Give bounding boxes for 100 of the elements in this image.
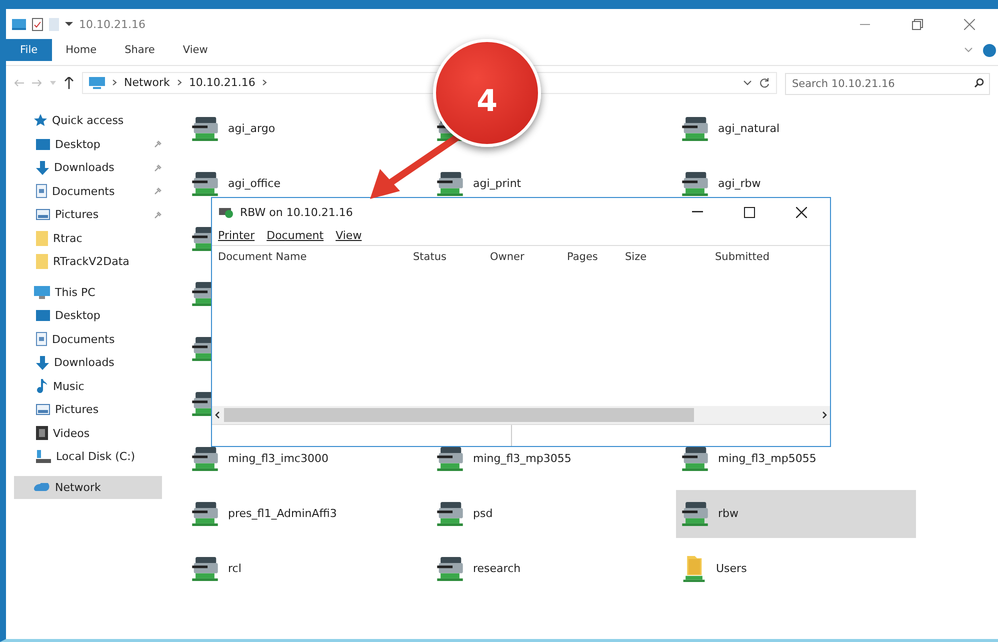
- network-share-item[interactable]: Users: [676, 556, 916, 582]
- network-share-item[interactable]: rcl: [186, 556, 426, 582]
- network-printer-icon: [192, 502, 218, 526]
- network-share-item[interactable]: agi_natural: [676, 116, 916, 142]
- column-header[interactable]: Submitted: [715, 251, 815, 263]
- close-icon: [796, 206, 806, 218]
- sidebar-item[interactable]: This PC: [14, 280, 162, 304]
- column-header[interactable]: Pages: [567, 251, 625, 263]
- shared-folder-icon: [682, 556, 706, 582]
- network-icon: [34, 483, 50, 492]
- computer-icon: [89, 76, 105, 88]
- network-share-item[interactable]: research: [431, 556, 671, 582]
- column-header[interactable]: Document Name: [218, 251, 413, 263]
- sidebar-item[interactable]: Music: [14, 374, 162, 398]
- column-header[interactable]: Size: [625, 251, 715, 263]
- sidebar-item[interactable]: Videos: [14, 422, 162, 445]
- folder-icon: [36, 254, 48, 270]
- network-printer-icon: [192, 446, 218, 470]
- sidebar-item[interactable]: Downloads: [14, 156, 162, 180]
- ribbon-tab[interactable]: Home: [52, 39, 111, 61]
- sidebar-item[interactable]: Documents: [14, 328, 162, 351]
- network-share-item[interactable]: ming_fl3_mp3055: [431, 446, 671, 472]
- sidebar-item[interactable]: Documents: [14, 180, 162, 203]
- film-icon: [36, 426, 48, 440]
- sidebar-item[interactable]: Network: [14, 476, 162, 499]
- download-arrow-icon: [36, 356, 49, 370]
- network-printer-icon: [192, 172, 218, 196]
- up-arrow-icon[interactable]: [64, 76, 74, 88]
- column-header[interactable]: Owner: [490, 251, 567, 263]
- sidebar-item[interactable]: Rtrac: [14, 226, 162, 250]
- network-printer-icon: [682, 446, 708, 470]
- ribbon-tab[interactable]: Share: [110, 39, 169, 61]
- maximize-icon: [744, 206, 754, 218]
- window-title: 10.10.21.16: [79, 18, 146, 30]
- chevron-icon[interactable]: [262, 79, 268, 86]
- pin-icon[interactable]: [154, 140, 162, 148]
- dropdown-icon[interactable]: [65, 22, 73, 26]
- network-printer-icon: [192, 556, 218, 580]
- pictures-icon: [36, 404, 50, 416]
- network-printer-icon: [682, 172, 708, 196]
- scroll-left-icon[interactable]: [215, 411, 220, 419]
- computer-icon: [34, 286, 50, 299]
- network-share-item[interactable]: agi_print: [431, 170, 671, 196]
- chevron-icon[interactable]: [176, 79, 182, 86]
- document-icon: [36, 332, 47, 346]
- step-callout-tooltip: 4: [433, 39, 541, 147]
- refresh-icon[interactable]: [759, 77, 770, 88]
- sidebar-item[interactable]: RTrackV2Data: [14, 250, 162, 274]
- minimize-icon: [692, 211, 702, 213]
- ribbon-tab[interactable]: View: [168, 39, 222, 61]
- sidebar-item[interactable]: Pictures: [14, 203, 162, 226]
- help-icon[interactable]: [983, 44, 996, 56]
- network-printer-icon: [192, 116, 218, 140]
- network-printer-icon: [437, 446, 463, 470]
- computer-icon: [12, 18, 26, 30]
- menu-item[interactable]: Document: [266, 229, 324, 242]
- network-share-item[interactable]: psd: [431, 500, 671, 526]
- download-arrow-icon: [36, 160, 49, 175]
- network-share-item[interactable]: agi_office: [186, 170, 426, 196]
- sidebar-item[interactable]: Quick access: [14, 109, 162, 132]
- restore-icon: [912, 18, 922, 30]
- network-share-item[interactable]: agi_argo: [186, 116, 426, 142]
- desktop-icon: [36, 138, 50, 150]
- ribbon-tab[interactable]: File: [6, 39, 52, 61]
- sidebar-item[interactable]: Desktop: [14, 132, 162, 156]
- network-share-item[interactable]: ming_fl3_mp5055: [676, 446, 916, 472]
- sidebar-item[interactable]: Downloads: [14, 351, 162, 374]
- horizontal-scrollbar[interactable]: [212, 406, 830, 424]
- close-icon: [964, 18, 974, 30]
- menu-item[interactable]: Printer: [218, 229, 255, 242]
- pin-icon[interactable]: [154, 164, 162, 172]
- chevron-down-icon[interactable]: [743, 80, 752, 86]
- network-printer-icon: [682, 116, 708, 140]
- document-icon: [36, 184, 47, 198]
- desktop-icon: [36, 310, 50, 322]
- sidebar-item[interactable]: Desktop: [14, 304, 162, 328]
- properties-check-icon[interactable]: [32, 18, 43, 30]
- network-share-item[interactable]: pres_fl1_AdminAffi3: [186, 500, 426, 526]
- network-share-item[interactable]: ming_fl3_imc3000: [186, 446, 426, 472]
- network-printer-icon: [437, 172, 463, 196]
- sidebar-item[interactable]: Local Disk (C:): [14, 445, 162, 468]
- sidebar-item[interactable]: Pictures: [14, 398, 162, 422]
- pin-icon[interactable]: [154, 187, 162, 196]
- chevron-icon[interactable]: [112, 79, 117, 86]
- search-icon[interactable]: [974, 78, 984, 88]
- star-icon: [34, 114, 47, 128]
- network-printer-icon: [437, 502, 463, 526]
- network-share-item[interactable]: rbw: [676, 490, 916, 538]
- scroll-right-icon[interactable]: [822, 411, 827, 419]
- pin-icon[interactable]: [154, 210, 162, 219]
- network-printer-icon: [682, 502, 708, 526]
- search-field[interactable]: Search 10.10.21.16: [785, 72, 990, 94]
- breadcrumb[interactable]: Network: [124, 76, 170, 89]
- column-header[interactable]: Status: [413, 251, 490, 263]
- breadcrumb[interactable]: 10.10.21.16: [188, 76, 256, 89]
- menu-item[interactable]: View: [336, 229, 362, 242]
- network-share-item[interactable]: agi_rbw: [676, 170, 916, 196]
- drive-icon: [36, 450, 51, 464]
- network-printer-icon: [437, 556, 463, 580]
- folder-icon: [36, 230, 48, 246]
